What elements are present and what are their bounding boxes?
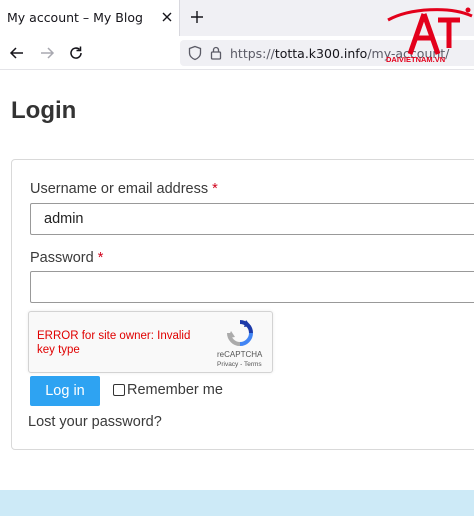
remember-me-label[interactable]: Remember me xyxy=(127,382,223,398)
url-prefix: https:// xyxy=(230,46,275,61)
lost-password-link[interactable]: Lost your password? xyxy=(28,414,162,430)
username-input[interactable] xyxy=(30,203,474,235)
page-title: Login xyxy=(11,97,77,124)
recaptcha-widget[interactable]: ERROR for site owner: Invalid key type r… xyxy=(28,311,273,373)
required-mark: * xyxy=(97,250,104,266)
username-label-text: Username or email address xyxy=(30,181,209,197)
forward-arrow-icon[interactable] xyxy=(38,44,56,62)
login-button[interactable]: Log in xyxy=(30,376,100,406)
back-arrow-icon[interactable] xyxy=(8,44,26,62)
recaptcha-logo-icon xyxy=(227,320,253,346)
captcha-error-message: ERROR for site owner: Invalid key type xyxy=(37,330,191,356)
watermark-logo: DAIVIETNAM.VN xyxy=(386,7,473,64)
browser-tab[interactable]: My account – My Blog xyxy=(0,0,180,36)
username-label: Username or email address * xyxy=(30,181,218,197)
url-host: totta.k300.info xyxy=(274,46,368,61)
close-icon[interactable] xyxy=(158,8,176,26)
recaptcha-privacy-terms-links[interactable]: Privacy - Terms xyxy=(217,361,262,368)
reload-icon[interactable] xyxy=(67,44,85,62)
remember-me-checkbox[interactable] xyxy=(113,384,125,396)
shield-icon[interactable] xyxy=(187,45,203,61)
watermark-text: DAIVIETNAM.VN xyxy=(386,55,445,64)
required-mark: * xyxy=(212,181,218,197)
password-label-text: Password xyxy=(30,250,94,266)
plus-icon[interactable] xyxy=(188,8,206,26)
lock-icon[interactable] xyxy=(208,45,224,61)
password-input[interactable] xyxy=(30,271,474,303)
recaptcha-brand: reCAPTCHA xyxy=(217,350,263,359)
tab-title: My account – My Blog xyxy=(7,10,143,25)
footer-band xyxy=(0,490,474,516)
password-label: Password * xyxy=(30,250,103,266)
